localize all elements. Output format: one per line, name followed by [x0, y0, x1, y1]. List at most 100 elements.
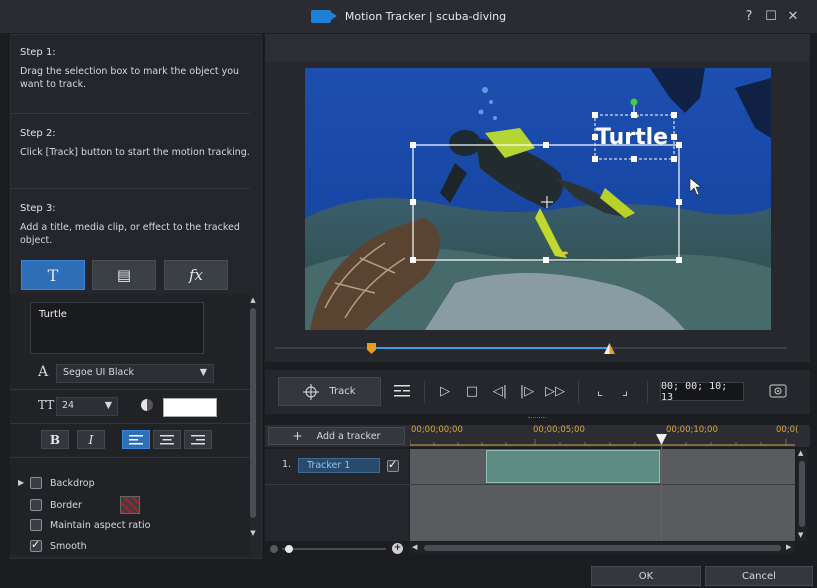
tracker-clip[interactable]	[486, 450, 660, 483]
window-title: Motion Tracker | scuba-diving	[0, 0, 817, 33]
ruler-label: 00;00;00;00	[411, 425, 463, 435]
font-family-select[interactable]: Segoe UI Black ▼	[56, 364, 214, 383]
mark-in-button[interactable]: ⌞	[589, 380, 611, 402]
tracker-enabled-checkbox[interactable]	[387, 458, 399, 472]
stop-icon: □	[465, 383, 479, 399]
scroll-down-icon[interactable]: ▼	[249, 529, 257, 537]
divider	[10, 457, 250, 458]
track-button[interactable]: Track	[278, 377, 381, 406]
divider	[578, 381, 579, 403]
zoom-track[interactable]	[282, 548, 386, 550]
divider	[647, 381, 648, 403]
add-tracker-label: Add a tracker	[316, 430, 381, 442]
zoom-thumb[interactable]	[285, 545, 293, 553]
track-options-icon[interactable]	[391, 380, 413, 402]
align-left-button[interactable]	[122, 430, 150, 449]
timeline-ruler[interactable]	[410, 425, 795, 447]
mark-in-icon: ⌞	[596, 383, 604, 399]
stop-button[interactable]: □	[461, 380, 483, 402]
step-3: Step 3: Add a title, media clip, or effe…	[20, 202, 250, 247]
divider	[424, 381, 425, 403]
option-backdrop[interactable]: Backdrop	[30, 475, 95, 491]
title-text-input[interactable]: Turtle	[30, 302, 204, 354]
expand-arrow-icon[interactable]: ▶	[18, 478, 24, 487]
align-right-icon	[191, 434, 205, 444]
align-center-icon	[160, 434, 174, 444]
option-maintain-aspect-ratio[interactable]: Maintain aspect ratio	[30, 517, 150, 533]
chevron-down-icon: ▼	[104, 400, 112, 411]
scroll-left-icon[interactable]: ◀	[412, 543, 417, 551]
ruler-label: 00;0(	[776, 425, 799, 435]
scroll-thumb[interactable]	[424, 545, 781, 551]
cancel-button[interactable]: Cancel	[705, 566, 813, 586]
option-smooth[interactable]: Smooth	[30, 538, 87, 554]
smooth-checkbox[interactable]	[30, 538, 42, 552]
divider	[10, 389, 250, 390]
ruler-label: 00;00;10;00	[666, 425, 718, 435]
fast-forward-button[interactable]: ▷▷	[544, 380, 566, 402]
timeline-zoom-slider[interactable]: +	[270, 543, 405, 554]
color-picker-icon[interactable]	[141, 399, 153, 411]
help-button[interactable]: ?	[740, 8, 758, 26]
bold-button[interactable]: B	[41, 430, 69, 449]
tracking-overlay[interactable]: Turtle	[305, 68, 771, 330]
tracker-name-field[interactable]: Tracker 1	[298, 458, 380, 473]
smooth-label: Smooth	[50, 540, 87, 552]
align-left-icon	[129, 434, 143, 444]
scroll-thumb[interactable]	[250, 308, 256, 518]
preview-toggle-button[interactable]	[767, 380, 789, 402]
scroll-down-icon[interactable]: ▼	[798, 531, 803, 539]
maximize-button[interactable]: ☐	[762, 8, 780, 26]
track-label: Track	[329, 386, 356, 397]
tab-media-clip[interactable]: ▤	[92, 260, 156, 290]
scroll-thumb[interactable]	[799, 461, 805, 527]
font-size-select[interactable]: 24 ▼	[56, 397, 118, 416]
tab-title[interactable]: T	[21, 260, 85, 290]
italic-button[interactable]: I	[77, 430, 105, 449]
divider	[10, 113, 250, 114]
divider	[265, 484, 795, 485]
scroll-up-icon[interactable]: ▲	[249, 296, 257, 304]
timeline-horizontal-scrollbar[interactable]: ◀ ▶	[410, 543, 795, 553]
border-label: Border	[50, 499, 82, 511]
option-border[interactable]: Border	[30, 497, 82, 513]
zoom-out-icon[interactable]	[270, 545, 278, 553]
backdrop-checkbox[interactable]	[30, 477, 42, 489]
title-text: Motion Tracker | scuba-diving	[344, 10, 507, 23]
chevron-down-icon: ▼	[199, 367, 207, 378]
playhead[interactable]	[661, 433, 662, 541]
rotate-handle-icon[interactable]	[630, 98, 638, 106]
timecode-display[interactable]: 00; 00; 10; 13	[660, 381, 744, 403]
title-text-icon: T	[47, 265, 59, 285]
ok-button[interactable]: OK	[591, 566, 701, 586]
step-3-text: Add a title, media clip, or effect to th…	[20, 222, 240, 246]
zoom-in-icon[interactable]: +	[392, 543, 403, 554]
add-tracker-button[interactable]: + Add a tracker	[268, 427, 405, 445]
mark-out-icon: ⌟	[621, 383, 629, 399]
maintain-aspect-ratio-checkbox[interactable]	[30, 519, 42, 531]
play-button[interactable]: ▷	[434, 380, 456, 402]
step-1-text: Drag the selection box to mark the objec…	[20, 66, 240, 90]
align-center-button[interactable]	[153, 430, 181, 449]
previous-frame-button[interactable]: ◁|	[489, 380, 511, 402]
font-size-value: 24	[62, 400, 75, 411]
tracking-range[interactable]	[372, 347, 610, 349]
timeline-vertical-scrollbar[interactable]: ▲ ▼	[797, 449, 807, 541]
mark-out-button[interactable]: ⌟	[614, 380, 636, 402]
scroll-up-icon[interactable]: ▲	[798, 449, 803, 457]
text-color-swatch[interactable]	[163, 398, 217, 417]
previous-frame-icon: ◁|	[492, 383, 508, 399]
font-size-icon: TT	[38, 398, 55, 412]
tab-effect[interactable]: fx	[164, 260, 228, 290]
step-2: Step 2: Click [Track] button to start th…	[20, 127, 250, 159]
fast-forward-icon: ▷▷	[545, 383, 565, 399]
next-frame-button[interactable]: |▷	[516, 380, 538, 402]
border-color-swatch[interactable]	[120, 496, 140, 514]
scroll-right-icon[interactable]: ▶	[786, 543, 791, 551]
border-checkbox[interactable]	[30, 499, 42, 511]
properties-scrollbar[interactable]: ▲ ▼	[249, 296, 257, 540]
crosshair-icon	[541, 196, 553, 208]
align-right-button[interactable]	[184, 430, 212, 449]
close-button[interactable]: ✕	[784, 8, 802, 26]
splitter-grip[interactable]	[528, 417, 546, 420]
